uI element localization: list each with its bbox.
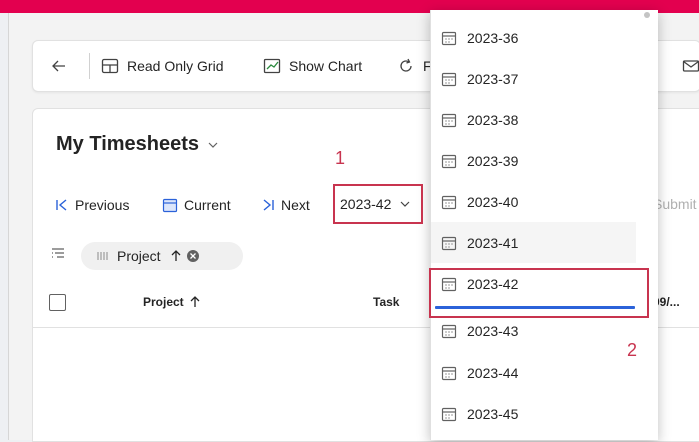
- dropdown-option-label: 2023-44: [467, 364, 519, 381]
- calendar-icon: [441, 195, 457, 209]
- dropdown-option-label: 2023-43: [467, 322, 519, 339]
- view-selector[interactable]: My Timesheets: [56, 133, 219, 156]
- refresh-button[interactable]: F: [397, 41, 432, 91]
- dropdown-option-label: 2023-36: [467, 29, 519, 46]
- dropdown-option-label: 2023-38: [467, 111, 519, 128]
- page-title: My Timesheets: [56, 133, 200, 155]
- dropdown-option-hovered[interactable]: 2023-41: [431, 222, 636, 263]
- dropdown-option[interactable]: 2023-39: [431, 140, 636, 181]
- dropdown-option[interactable]: 2023-38: [431, 99, 636, 140]
- calendar-icon: [441, 113, 457, 127]
- dropdown-option-label: 2023-37: [467, 70, 519, 87]
- filter-list-icon[interactable]: [51, 247, 65, 261]
- email-link-button[interactable]: [682, 41, 699, 91]
- next-week-button[interactable]: Next: [261, 193, 310, 217]
- project-sort-chip[interactable]: Project: [81, 242, 243, 270]
- dropdown-option-label: 2023-41: [467, 234, 519, 251]
- show-chart-button[interactable]: Show Chart: [263, 41, 362, 91]
- calendar-icon: [441, 407, 457, 421]
- chip-label: Project: [117, 248, 161, 264]
- refresh-icon: [400, 58, 412, 72]
- previous-icon: [56, 199, 67, 211]
- calendar-icon: [441, 72, 457, 86]
- grid-icon: [101, 58, 119, 74]
- calendar-icon: [162, 198, 178, 213]
- command-separator: [89, 53, 90, 79]
- chart-icon: [263, 58, 281, 74]
- current-label: Current: [184, 197, 231, 213]
- calendar-icon: [441, 236, 457, 250]
- email-icon: [682, 60, 699, 72]
- dropdown-option[interactable]: 2023-44: [431, 352, 636, 393]
- next-label: Next: [281, 197, 310, 213]
- dropdown-option[interactable]: 2023-45: [431, 393, 636, 434]
- arrow-left-icon: [52, 60, 65, 72]
- column-header-label: Project: [143, 295, 184, 309]
- dropdown-option[interactable]: 2023-36: [431, 17, 636, 58]
- calendar-icon: [441, 324, 457, 338]
- calendar-icon: [441, 31, 457, 45]
- previous-week-button[interactable]: Previous: [55, 193, 129, 217]
- read-only-grid-label: Read Only Grid: [127, 58, 224, 74]
- calendar-icon: [441, 154, 457, 168]
- back-button[interactable]: [51, 41, 75, 91]
- annotation-box-selected-option: [429, 268, 649, 318]
- current-week-button[interactable]: Current: [162, 193, 231, 217]
- chevron-down-icon: [208, 142, 218, 148]
- annotation-number-1: 1: [335, 148, 346, 168]
- dropdown-option[interactable]: 2023-37: [431, 58, 636, 99]
- annotation-number-2: 2: [627, 340, 638, 360]
- read-only-grid-button[interactable]: Read Only Grid: [101, 41, 223, 91]
- dropdown-option-label: 2023-39: [467, 152, 519, 169]
- show-chart-label: Show Chart: [289, 58, 363, 74]
- previous-label: Previous: [75, 197, 130, 213]
- select-all-checkbox[interactable]: [49, 294, 66, 311]
- scrollbar[interactable]: [644, 12, 650, 18]
- arrow-up-icon: [190, 296, 200, 307]
- submit-button-fragment[interactable]: Submit: [653, 196, 697, 212]
- grip-icon: [97, 252, 108, 260]
- week-dropdown-list[interactable]: 2023-36 2023-37 2023-38 2023-39 2023-40 …: [430, 10, 658, 440]
- column-header-task[interactable]: Task: [373, 295, 399, 309]
- dropdown-option-label: 2023-40: [467, 193, 519, 210]
- dropdown-option-label: 2023-45: [467, 405, 519, 422]
- annotation-box-week-selector: [333, 184, 423, 224]
- dropdown-option[interactable]: 2023-40: [431, 181, 636, 222]
- next-icon: [263, 199, 274, 211]
- arrow-up-icon: [171, 250, 181, 261]
- column-header-project[interactable]: Project: [143, 295, 200, 309]
- calendar-icon: [441, 366, 457, 380]
- clear-icon[interactable]: [186, 249, 200, 263]
